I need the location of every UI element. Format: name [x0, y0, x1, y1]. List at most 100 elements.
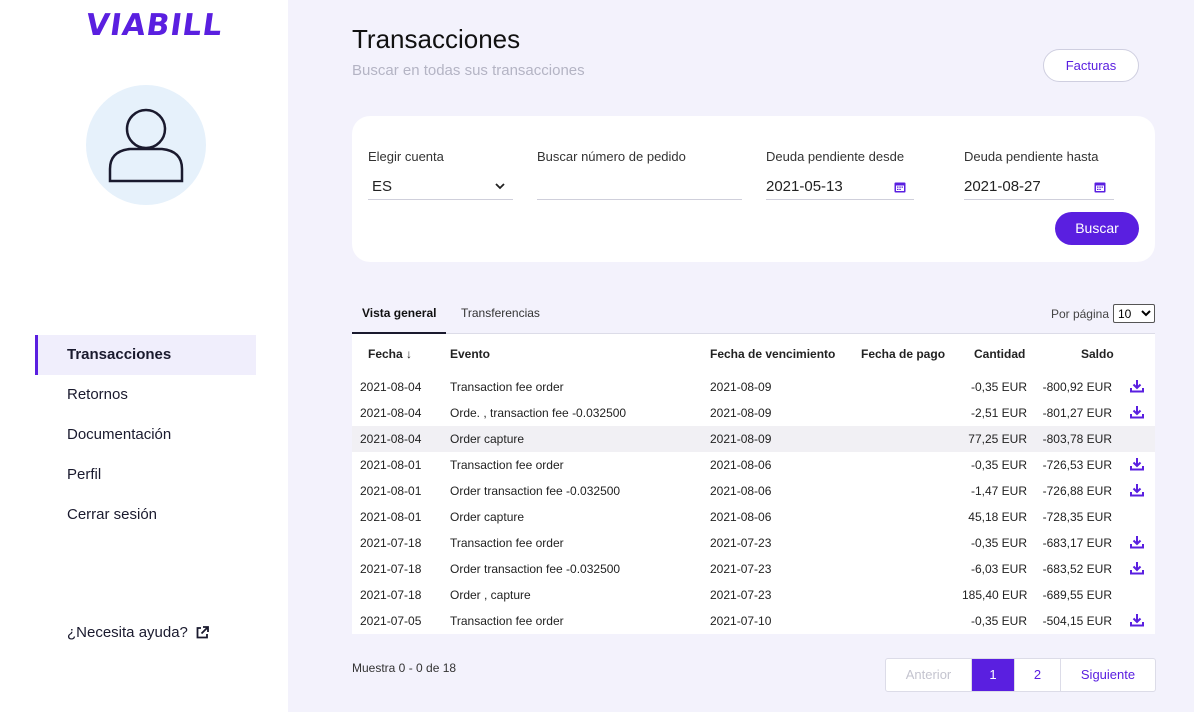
from-date-value: 2021-05-13 [766, 178, 843, 195]
avatar[interactable] [86, 85, 206, 205]
download-icon[interactable] [1130, 535, 1144, 552]
row-due-date: 2021-07-23 [710, 588, 772, 602]
download-icon[interactable] [1130, 379, 1144, 396]
download-icon[interactable] [1130, 561, 1144, 578]
viabill-logo[interactable]: VIABILL [84, 8, 226, 43]
row-balance: -728,35 EUR [1042, 510, 1112, 524]
download-icon[interactable] [1130, 483, 1144, 500]
row-date: 2021-08-04 [360, 432, 422, 446]
next-page-button[interactable]: Siguiente [1061, 659, 1155, 691]
row-amount: -1,47 EUR [970, 484, 1027, 498]
row-balance: -683,52 EUR [1042, 562, 1112, 576]
sidebar-item-retornos[interactable]: Retornos [35, 375, 256, 415]
download-icon[interactable] [1130, 457, 1144, 474]
order-label: Buscar número de pedido [537, 149, 686, 164]
row-amount: 185,40 EUR [962, 588, 1028, 602]
row-date: 2021-07-18 [360, 536, 422, 550]
row-balance: -800,92 EUR [1042, 380, 1112, 394]
row-due-date: 2021-08-09 [710, 380, 772, 394]
row-date: 2021-07-18 [360, 562, 422, 576]
pagination: Anterior 1 2 Siguiente [885, 658, 1156, 692]
table-row[interactable]: 2021-08-01 Transaction fee order 2021-08-0… [352, 452, 1155, 478]
table-row[interactable]: 2021-07-05 Transaction fee order 2021-07-1… [352, 608, 1155, 634]
external-link-icon [196, 626, 209, 639]
search-button[interactable]: Buscar [1055, 212, 1139, 245]
row-due-date: 2021-07-10 [710, 614, 772, 628]
row-amount: -0,35 EUR [970, 380, 1027, 394]
tab-transferencias[interactable]: Transferencias [461, 306, 540, 334]
row-balance: -726,53 EUR [1042, 458, 1112, 472]
facturas-button[interactable]: Facturas [1043, 49, 1139, 82]
row-balance: -689,55 EUR [1042, 588, 1112, 602]
row-date: 2021-08-01 [360, 510, 422, 524]
tab-vista-general[interactable]: Vista general [352, 306, 447, 334]
from-date-input[interactable]: 2021-05-13 [766, 174, 914, 200]
row-due-date: 2021-08-06 [710, 484, 772, 498]
row-due-date: 2021-08-06 [710, 510, 772, 524]
sidebar-item-documentacion[interactable]: Documentación [35, 415, 256, 455]
row-due-date: 2021-08-09 [710, 406, 772, 420]
col-fecha-label: Fecha [368, 347, 403, 361]
row-event: Order , capture [450, 588, 531, 602]
row-balance: -803,78 EUR [1042, 432, 1112, 446]
row-event: Order capture [450, 510, 525, 524]
row-event: Order capture [450, 432, 525, 446]
page-2-button[interactable]: 2 [1015, 659, 1061, 691]
download-icon[interactable] [1130, 613, 1144, 630]
col-saldo: Saldo [1081, 347, 1114, 361]
row-due-date: 2021-07-23 [710, 536, 772, 550]
showing-count: Muestra 0 - 0 de 18 [352, 661, 457, 675]
row-event: Order transaction fee -0.032500 [450, 562, 621, 576]
col-fecha-vencimiento: Fecha de vencimiento [710, 347, 836, 361]
sidebar-item-perfil[interactable]: Perfil [35, 455, 256, 495]
sidebar-item-transacciones[interactable]: Transacciones [35, 335, 256, 375]
row-date: 2021-08-01 [360, 484, 422, 498]
sidebar-item-cerrar-sesion[interactable]: Cerrar sesión [35, 495, 256, 535]
table-row[interactable]: 2021-08-04 Orde. , transaction fee -0.032… [352, 400, 1155, 426]
col-fecha[interactable]: Fecha ↓ [368, 347, 412, 361]
chevron-down-icon [495, 183, 505, 190]
order-search-input[interactable] [537, 174, 742, 200]
table-header: Fecha ↓ Evento Fecha de vencimiento Fech… [352, 334, 1155, 374]
page-subtitle: Buscar en todas sus transacciones [352, 62, 585, 79]
table-row[interactable]: 2021-07-18 Transaction fee order 2021-07-2… [352, 530, 1155, 556]
row-date: 2021-08-01 [360, 458, 422, 472]
row-balance: -726,88 EUR [1042, 484, 1112, 498]
page-title: Transacciones [352, 24, 521, 54]
table-row[interactable]: 2021-08-04 Order capture 2021-08-09 77,25 E… [352, 426, 1155, 452]
to-date-label: Deuda pendiente hasta [964, 149, 1099, 164]
table-row[interactable]: 2021-08-01 Order capture 2021-08-06 45,18 E… [352, 504, 1155, 530]
row-due-date: 2021-07-23 [710, 562, 772, 576]
sidebar: VIABILL Transacciones Retornos Documenta… [0, 0, 288, 712]
sort-down-icon: ↓ [406, 347, 413, 361]
row-event: Transaction fee order [450, 380, 564, 394]
calendar-icon[interactable] [1094, 181, 1106, 193]
to-date-value: 2021-08-27 [964, 178, 1041, 195]
account-select[interactable]: ES [368, 174, 513, 200]
per-page-select[interactable]: 10 [1113, 304, 1155, 323]
row-amount: 45,18 EUR [968, 510, 1027, 524]
row-date: 2021-07-05 [360, 614, 422, 628]
prev-page-button[interactable]: Anterior [886, 659, 972, 691]
download-icon[interactable] [1130, 405, 1144, 422]
row-amount: -2,51 EUR [970, 406, 1027, 420]
row-event: Transaction fee order [450, 458, 564, 472]
col-evento: Evento [450, 347, 491, 361]
row-balance: -504,15 EUR [1042, 614, 1112, 628]
to-date-input[interactable]: 2021-08-27 [964, 174, 1114, 200]
row-date: 2021-08-04 [360, 406, 422, 420]
table-row[interactable]: 2021-07-18 Order , capture 2021-07-23 185,4… [352, 582, 1155, 608]
row-amount: 77,25 EUR [968, 432, 1027, 446]
help-link[interactable]: ¿Necesita ayuda? [67, 624, 209, 641]
user-icon [108, 108, 184, 183]
per-page-control: Por página 10 [1051, 304, 1155, 323]
transactions-table: Fecha ↓ Evento Fecha de vencimiento Fech… [352, 334, 1155, 634]
col-cantidad: Cantidad [974, 347, 1026, 361]
page-1-button[interactable]: 1 [972, 659, 1015, 691]
table-row[interactable]: 2021-07-18 Order transaction fee -0.03250… [352, 556, 1155, 582]
row-date: 2021-07-18 [360, 588, 422, 602]
table-row[interactable]: 2021-08-01 Order transaction fee -0.03250… [352, 478, 1155, 504]
table-row[interactable]: 2021-08-04 Transaction fee order 2021-08-0… [352, 374, 1155, 400]
calendar-icon[interactable] [894, 181, 906, 193]
row-event: Order transaction fee -0.032500 [450, 484, 621, 498]
